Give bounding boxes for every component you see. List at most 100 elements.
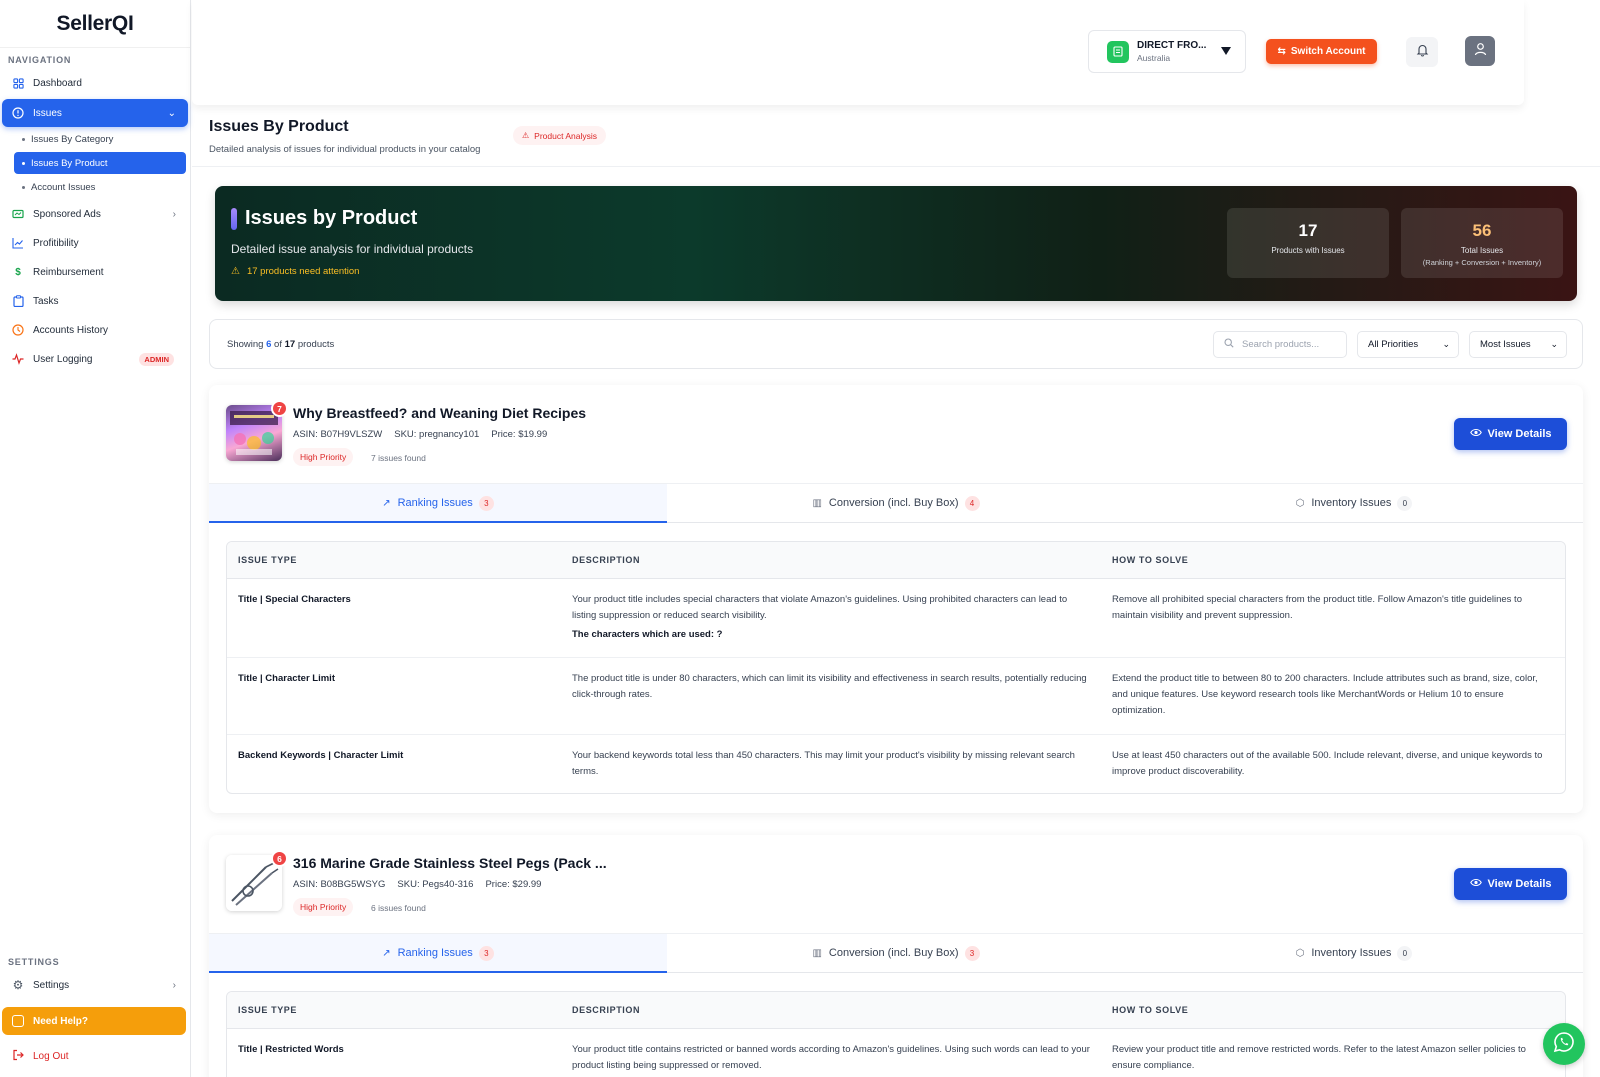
sidebar-item-label: Reimbursement: [33, 266, 104, 278]
tab-ranking-issues[interactable]: ↗ Ranking Issues 3: [209, 934, 667, 973]
product-title[interactable]: 316 Marine Grade Stainless Steel Pegs (P…: [293, 855, 607, 871]
view-details-label: View Details: [1487, 878, 1552, 890]
history-icon: [12, 324, 24, 336]
sidebar-subitem-label: Issues By Category: [31, 133, 114, 145]
sidebar-item-sponsored-ads[interactable]: Sponsored Ads ›: [2, 200, 188, 228]
product-meta: ASIN: B07H9VLSZW SKU: pregnancy101 Price…: [293, 429, 547, 440]
sidebar-item-reimbursement[interactable]: $ Reimbursement: [2, 258, 188, 286]
sidebar-subitem-issues-by-product[interactable]: Issues By Product: [14, 152, 186, 174]
product-analysis-label: Product Analysis: [534, 130, 598, 141]
view-details-button[interactable]: View Details: [1454, 418, 1567, 450]
sidebar-item-accounts-history[interactable]: Accounts History: [2, 316, 188, 344]
need-help-button[interactable]: Need Help?: [2, 1007, 186, 1035]
sidebar: SellerQI NAVIGATION Dashboard Issues ⌄ I…: [0, 0, 191, 1077]
table-row: Title | Restricted Words Your product ti…: [227, 1029, 1565, 1077]
dollar-icon: $: [15, 266, 21, 278]
account-country: Australia: [1137, 53, 1171, 63]
column-header-issue-type: ISSUE TYPE: [238, 555, 298, 565]
showing-suffix: products: [297, 339, 335, 350]
box-icon: ⬡: [1295, 497, 1305, 509]
warning-icon: ⚠: [522, 131, 530, 140]
warning-icon: ⚠: [231, 266, 240, 277]
user-avatar[interactable]: [1465, 36, 1495, 66]
product-title[interactable]: Why Breastfeed? and Weaning Diet Recipes: [293, 405, 586, 421]
account-selector[interactable]: DIRECT FRO... Australia: [1088, 30, 1246, 73]
issue-type-cell: Title | Character Limit: [238, 673, 335, 684]
divider: [192, 166, 1600, 167]
product-asin: ASIN: B07H9VLSZW: [293, 429, 383, 440]
tab-label: Inventory Issues: [1311, 947, 1392, 959]
column-header-description: DESCRIPTION: [572, 555, 641, 565]
app-logo[interactable]: SellerQI: [0, 0, 190, 48]
stat-value: 17: [1298, 221, 1318, 240]
sidebar-item-label: Sponsored Ads: [33, 208, 101, 220]
sort-select[interactable]: Most Issues ⌄: [1469, 331, 1567, 358]
column-header-issue-type: ISSUE TYPE: [238, 1005, 298, 1015]
column-header-how-to-solve: HOW TO SOLVE: [1112, 555, 1189, 565]
hero-warning: ⚠ 17 products need attention: [231, 266, 359, 277]
notifications-button[interactable]: [1406, 37, 1438, 67]
description-cell: The product title is under 80 characters…: [572, 673, 1087, 700]
whatsapp-icon: [1553, 1031, 1575, 1058]
alert-circle-icon: [12, 107, 24, 119]
sidebar-subitem-account-issues[interactable]: Account Issues: [14, 176, 186, 198]
switch-account-button[interactable]: ⇆ Switch Account: [1266, 39, 1377, 64]
description-text: Your product title includes special char…: [572, 594, 1068, 621]
sidebar-item-label: User Logging: [33, 353, 93, 365]
tab-conversion[interactable]: ▥ Conversion (incl. Buy Box) 4: [667, 484, 1125, 522]
showing-count-value: 6: [266, 339, 272, 350]
view-details-button[interactable]: View Details: [1454, 868, 1567, 900]
table-row: Backend Keywords | Character Limit Your …: [227, 735, 1565, 793]
issue-tabs: ↗ Ranking Issues 3 ▥ Conversion (incl. B…: [209, 933, 1583, 973]
table-row: Title | Special Characters Your product …: [227, 579, 1565, 658]
issue-type-cell: Backend Keywords | Character Limit: [238, 750, 404, 761]
bar-chart-icon: ▥: [812, 497, 822, 509]
sidebar-item-label: Issues: [33, 107, 62, 119]
table-row: Title | Character Limit The product titl…: [227, 658, 1565, 735]
priority-select[interactable]: All Priorities ⌄: [1357, 331, 1459, 358]
sidebar-item-dashboard[interactable]: Dashboard: [2, 69, 188, 97]
sidebar-item-settings[interactable]: ⚙ Settings ›: [2, 971, 188, 999]
stat-label: Total Issues: [1460, 246, 1504, 255]
description-cell: Your product title includes special char…: [567, 592, 1112, 657]
bullet-icon: [22, 137, 25, 141]
tab-count: 3: [964, 945, 980, 961]
product-asin: ASIN: B08BG5WSYG: [293, 879, 386, 890]
tab-inventory-issues[interactable]: ⬡ Inventory Issues 0: [1125, 934, 1583, 972]
priority-badge: High Priority: [293, 448, 354, 466]
chevron-right-icon: ›: [172, 208, 176, 220]
tab-inventory-issues[interactable]: ⬡ Inventory Issues 0: [1125, 484, 1583, 522]
sidebar-item-user-logging[interactable]: User Logging ADMIN: [2, 345, 188, 373]
showing-count: Showing 6 of 17 products: [227, 339, 334, 350]
whatsapp-chat-button[interactable]: [1543, 1023, 1585, 1065]
solution-cell: Use at least 450 characters out of the a…: [1112, 750, 1543, 777]
sidebar-item-tasks[interactable]: Tasks: [2, 287, 188, 315]
search-icon: [1224, 338, 1234, 351]
column-header-description: DESCRIPTION: [572, 1005, 641, 1015]
sidebar-item-issues[interactable]: Issues ⌄: [2, 99, 188, 127]
eye-icon: [1469, 878, 1482, 890]
search-input[interactable]: Search products...: [1213, 331, 1347, 358]
table-header: ISSUE TYPE DESCRIPTION HOW TO SOLVE: [227, 542, 1565, 579]
tab-count: 0: [1397, 945, 1413, 961]
solution-cell: Extend the product title to between 80 t…: [1112, 673, 1538, 716]
product-card: 7 Why Breastfeed? and Weaning Diet Recip…: [209, 385, 1583, 813]
priority-badge: High Priority: [293, 898, 354, 916]
search-placeholder: Search products...: [1242, 339, 1320, 350]
tab-conversion[interactable]: ▥ Conversion (incl. Buy Box) 3: [667, 934, 1125, 972]
issues-table: ISSUE TYPE DESCRIPTION HOW TO SOLVE Titl…: [226, 991, 1566, 1077]
tab-count: 4: [964, 495, 980, 511]
sidebar-subitem-issues-by-category[interactable]: Issues By Category: [14, 128, 186, 150]
stat-label: Products with Issues: [1271, 246, 1345, 255]
issue-count-badge: 6: [271, 850, 288, 867]
priority-select-value: All Priorities: [1368, 339, 1419, 350]
column-header-how-to-solve: HOW TO SOLVE: [1112, 1005, 1189, 1015]
issues-found: 6 issues found: [371, 903, 426, 913]
tab-ranking-issues[interactable]: ↗ Ranking Issues 3: [209, 484, 667, 523]
logout-button[interactable]: Log Out: [2, 1044, 69, 1068]
product-price: Price: $29.99: [485, 879, 542, 890]
product-analysis-badge: ⚠ Product Analysis: [513, 126, 607, 145]
sidebar-item-profitibility[interactable]: Profitibility: [2, 229, 188, 257]
logout-label: Log Out: [33, 1050, 69, 1062]
top-header: DIRECT FRO... Australia ⇆ Switch Account: [192, 0, 1524, 105]
